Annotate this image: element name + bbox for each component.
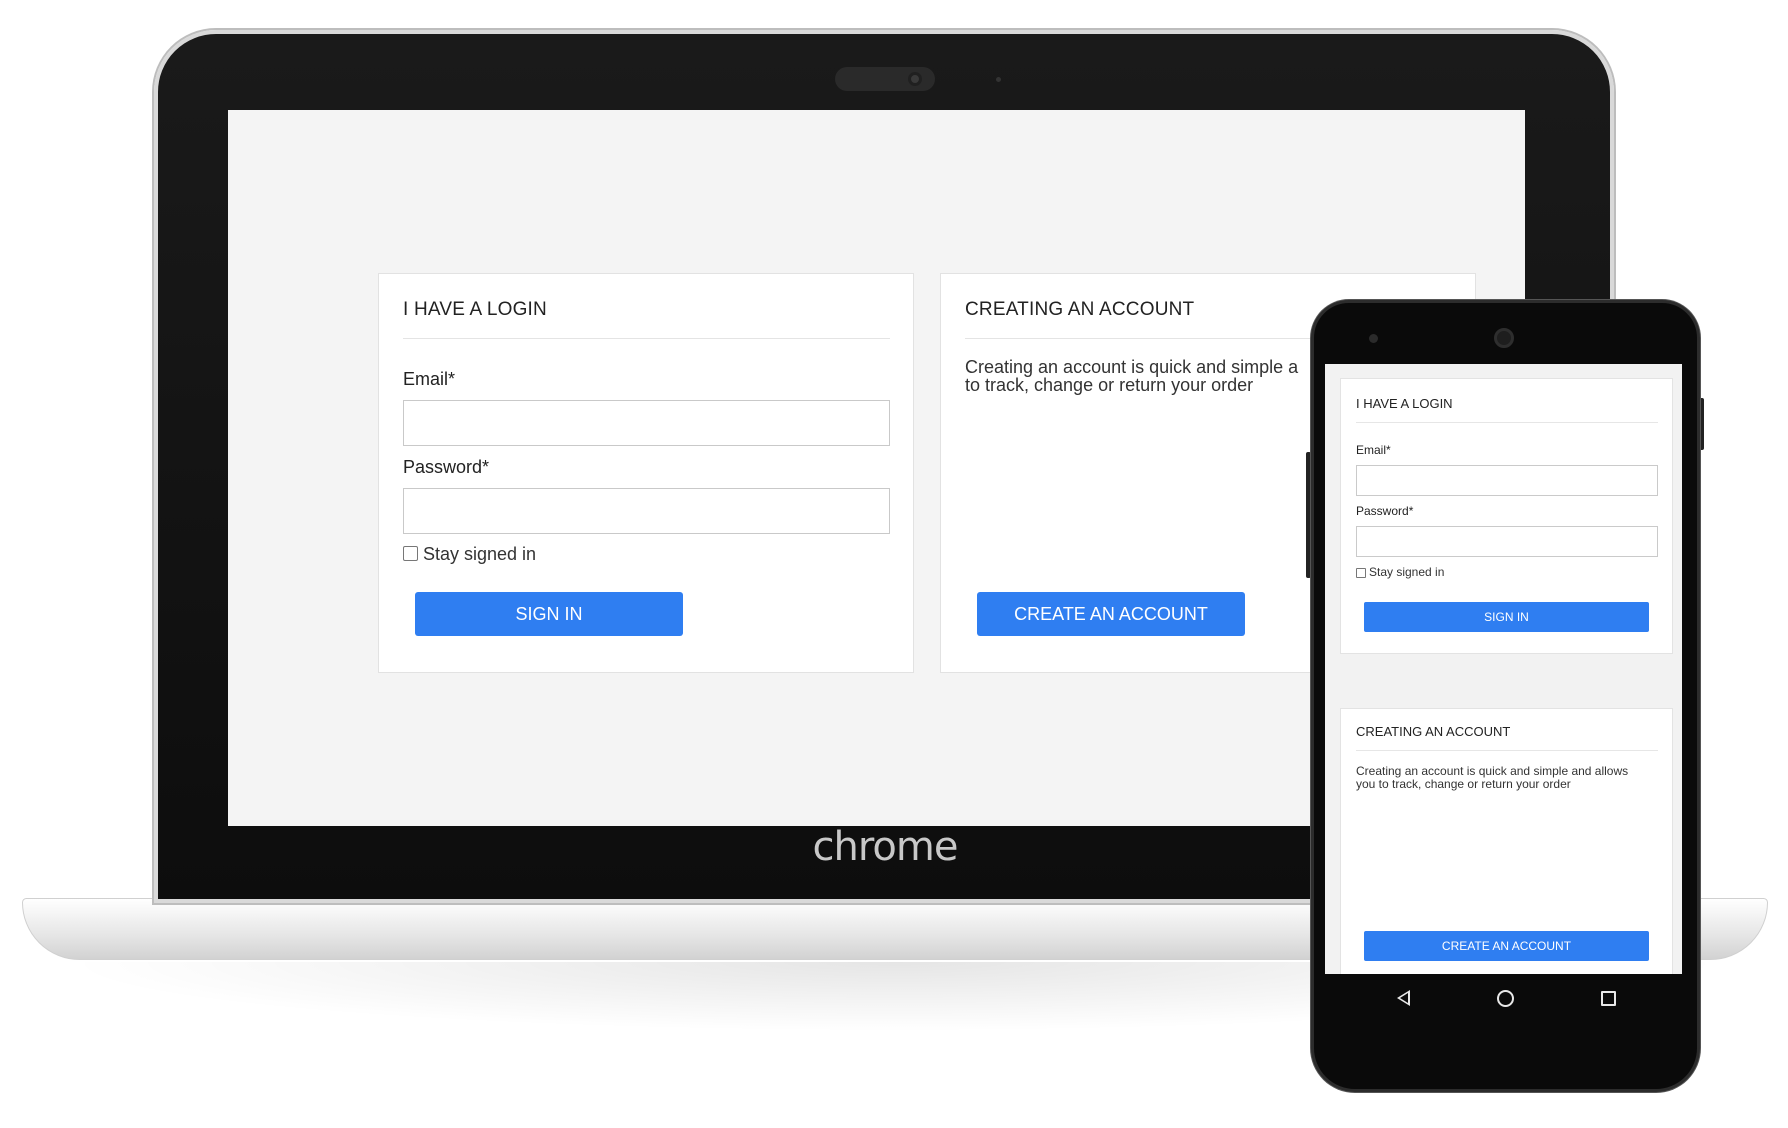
recents-square-icon[interactable] bbox=[1601, 991, 1616, 1006]
phone-sign-in-button[interactable]: SIGN IN bbox=[1364, 602, 1649, 632]
stay-signed-in-label: Stay signed in bbox=[423, 544, 537, 564]
stay-signed-in-checkbox[interactable] bbox=[403, 546, 418, 561]
phone-create-account-description-line1: Creating an account is quick and simple … bbox=[1356, 764, 1629, 778]
phone-sensor bbox=[1369, 334, 1378, 343]
email-input[interactable] bbox=[403, 400, 890, 446]
password-input[interactable] bbox=[403, 488, 890, 534]
phone-stay-signed-in-checkbox[interactable] bbox=[1356, 568, 1366, 578]
create-account-button[interactable]: CREATE AN ACCOUNT bbox=[977, 592, 1245, 636]
phone-front-camera-icon bbox=[1494, 328, 1514, 348]
create-account-description-line2: to track, change or return your order bbox=[965, 375, 1254, 395]
laptop-camera-icon bbox=[908, 72, 922, 86]
phone-create-account-card-title: CREATING AN ACCOUNT bbox=[1356, 724, 1511, 739]
phone-login-card: I HAVE A LOGIN Email* Password* Stay sig… bbox=[1340, 378, 1673, 654]
phone-screen: I HAVE A LOGIN Email* Password* Stay sig… bbox=[1325, 364, 1682, 974]
back-triangle-icon[interactable] bbox=[1397, 990, 1410, 1006]
create-account-description-line1: Creating an account is quick and simple … bbox=[965, 357, 1299, 377]
sign-in-button[interactable]: SIGN IN bbox=[415, 592, 683, 636]
phone-navigation-bar bbox=[1325, 974, 1682, 1024]
email-label: Email* bbox=[403, 369, 456, 389]
login-card: I HAVE A LOGIN Email* Password* Stay sig… bbox=[378, 273, 914, 673]
login-card-title: I HAVE A LOGIN bbox=[403, 299, 547, 320]
phone-email-input[interactable] bbox=[1356, 465, 1658, 496]
phone-stay-signed-in-label: Stay signed in bbox=[1369, 565, 1445, 579]
phone-email-label: Email* bbox=[1356, 443, 1391, 457]
phone-create-account-card: CREATING AN ACCOUNT Creating an account … bbox=[1340, 708, 1673, 974]
phone-create-account-button-label: CREATE AN ACCOUNT bbox=[1441, 939, 1572, 953]
login-card-divider bbox=[403, 338, 890, 339]
create-account-button-label: CREATE AN ACCOUNT bbox=[1014, 604, 1208, 624]
home-circle-icon[interactable] bbox=[1497, 990, 1514, 1007]
phone-create-account-card-divider bbox=[1356, 750, 1658, 751]
phone-login-card-title: I HAVE A LOGIN bbox=[1356, 396, 1453, 411]
laptop-brand-label: chrome bbox=[812, 824, 959, 870]
phone-login-card-divider bbox=[1356, 422, 1658, 423]
create-account-card-title: CREATING AN ACCOUNT bbox=[965, 299, 1195, 320]
phone-create-account-button[interactable]: CREATE AN ACCOUNT bbox=[1364, 931, 1649, 961]
sign-in-button-label: SIGN IN bbox=[515, 604, 583, 624]
phone-sign-in-button-label: SIGN IN bbox=[1484, 610, 1529, 624]
laptop-sensor bbox=[996, 77, 1001, 82]
phone-password-label: Password* bbox=[1356, 504, 1414, 518]
password-label: Password* bbox=[403, 457, 490, 477]
phone-create-account-description-line2: you to track, change or return your orde… bbox=[1356, 777, 1571, 791]
phone-password-input[interactable] bbox=[1356, 526, 1658, 557]
